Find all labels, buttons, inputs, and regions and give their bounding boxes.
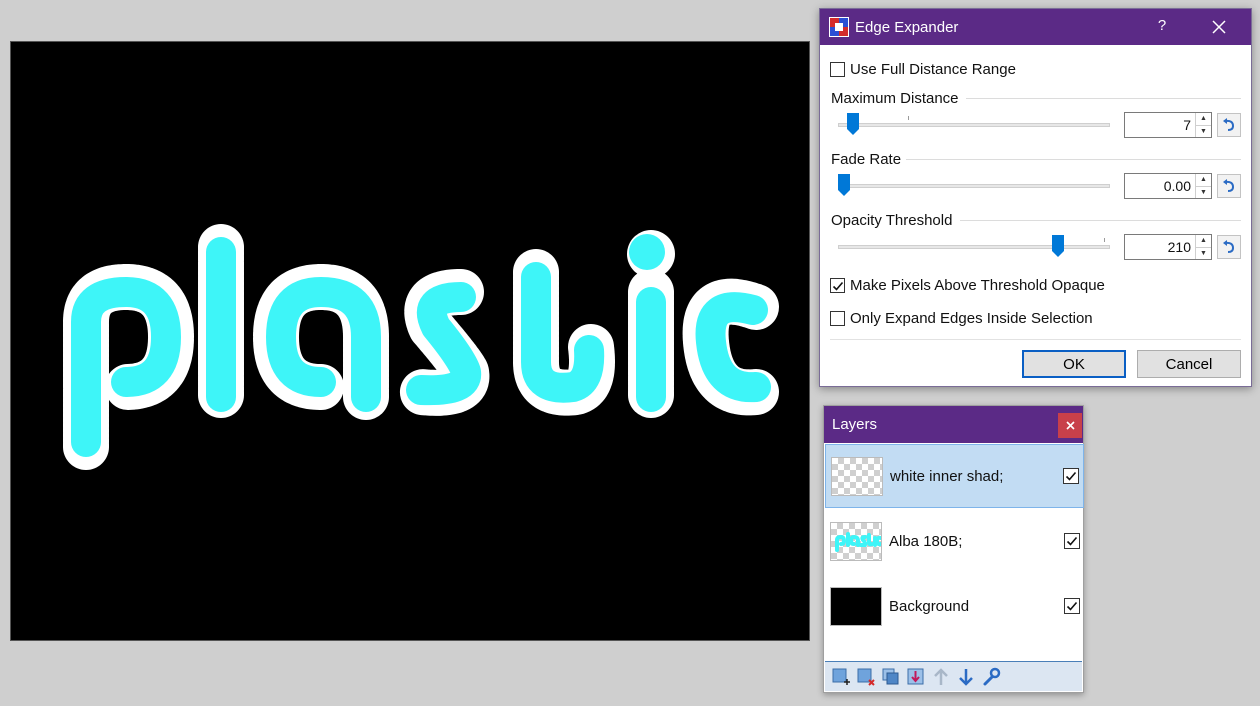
layers-toolbar: [825, 661, 1082, 691]
use-full-distance-range-option[interactable]: Use Full Distance Range: [830, 61, 1016, 78]
merge-layer-down-button[interactable]: [905, 666, 927, 688]
make-pixels-opaque-checkbox[interactable]: [830, 278, 845, 293]
layer-properties-button[interactable]: [980, 666, 1002, 688]
divider: [906, 159, 1241, 160]
opacity-threshold-spinbox[interactable]: 210 ▲ ▼: [1124, 234, 1212, 260]
checkmark-icon: [832, 281, 843, 291]
plastic-artwork: [63, 224, 779, 470]
maximum-distance-reset-button[interactable]: [1217, 113, 1241, 137]
ok-button[interactable]: OK: [1022, 350, 1126, 378]
reset-arrow-icon: [1223, 118, 1235, 131]
fade-rate-slider-thumb[interactable]: [838, 174, 850, 196]
divider: [966, 98, 1241, 99]
layers-panel: Layers white inner shad; Alba 180B; Back…: [823, 405, 1084, 693]
use-full-distance-range-label: Use Full Distance Range: [850, 61, 1016, 78]
only-expand-inside-selection-checkbox[interactable]: [830, 311, 845, 326]
close-icon: [1065, 421, 1075, 430]
layer-name: Alba 180B;: [889, 532, 963, 550]
layer-thumbnail: [830, 586, 882, 626]
plastic-thumbnail-art: [835, 531, 881, 552]
dialog-title: Edge Expander: [855, 18, 959, 36]
close-button[interactable]: [1199, 15, 1239, 39]
close-icon: [1212, 20, 1226, 34]
reset-arrow-icon: [1223, 240, 1235, 253]
fade-rate-slider-track[interactable]: [838, 184, 1110, 188]
spin-down-arrow-icon[interactable]: ▼: [1196, 246, 1211, 260]
spin-up-arrow-icon[interactable]: ▲: [1196, 174, 1211, 186]
layer-thumbnail: [830, 521, 882, 561]
spin-up-arrow-icon[interactable]: ▲: [1196, 235, 1211, 247]
maximum-distance-slider-track[interactable]: [838, 123, 1110, 127]
fade-rate-label: Fade Rate: [831, 151, 902, 168]
reset-arrow-icon: [1223, 179, 1235, 192]
fade-rate-value[interactable]: 0.00: [1125, 174, 1195, 198]
checkmark-icon: [1066, 536, 1078, 546]
layer-name: Background: [889, 597, 970, 615]
spin-down-arrow-icon[interactable]: ▼: [1196, 185, 1211, 199]
only-expand-inside-selection-option[interactable]: Only Expand Edges Inside Selection: [830, 310, 1093, 327]
layers-title-bar[interactable]: Layers: [824, 406, 1083, 443]
make-pixels-opaque-label: Make Pixels Above Threshold Opaque: [850, 277, 1105, 294]
make-pixels-opaque-option[interactable]: Make Pixels Above Threshold Opaque: [830, 277, 1105, 294]
cancel-button[interactable]: Cancel: [1137, 350, 1241, 378]
slider-tick: [1104, 238, 1105, 242]
fade-rate-reset-button[interactable]: [1217, 174, 1241, 198]
layer-visibility-checkbox[interactable]: [1064, 533, 1080, 549]
opacity-threshold-slider-thumb[interactable]: [1052, 235, 1064, 257]
divider: [960, 220, 1241, 221]
layers-close-button[interactable]: [1058, 413, 1082, 438]
opacity-threshold-value[interactable]: 210: [1125, 235, 1195, 259]
opacity-threshold-slider-track[interactable]: [838, 245, 1110, 249]
slider-tick: [908, 116, 909, 120]
image-canvas[interactable]: [10, 41, 810, 641]
merge-layer-down-icon: [907, 668, 924, 684]
maximum-distance-label: Maximum Distance: [831, 90, 959, 107]
layer-name: white inner shad;: [890, 467, 1004, 485]
dialog-title-bar[interactable]: Edge Expander ?: [820, 9, 1251, 45]
edge-expander-app-icon: [829, 17, 849, 37]
move-layer-up-icon: [934, 667, 948, 685]
checkmark-icon: [1065, 471, 1077, 481]
only-expand-inside-selection-label: Only Expand Edges Inside Selection: [850, 310, 1093, 327]
move-layer-down-button[interactable]: [955, 666, 977, 688]
checkmark-icon: [1066, 601, 1078, 611]
delete-layer-button[interactable]: [855, 666, 877, 688]
layer-thumbnail: [831, 456, 883, 496]
fade-rate-spinbox[interactable]: 0.00 ▲ ▼: [1124, 173, 1212, 199]
help-button[interactable]: ?: [1153, 17, 1171, 34]
layer-item-white-inner-shad[interactable]: white inner shad;: [825, 444, 1084, 508]
edge-expander-dialog: Edge Expander ? Use Full Distance Range …: [819, 8, 1252, 387]
add-layer-icon: [832, 668, 850, 685]
add-layer-button[interactable]: [830, 666, 852, 688]
maximum-distance-slider-thumb[interactable]: [847, 113, 859, 135]
layer-visibility-checkbox[interactable]: [1063, 468, 1079, 484]
maximum-distance-spinbox[interactable]: 7 ▲ ▼: [1124, 112, 1212, 138]
duplicate-layer-button[interactable]: [880, 666, 902, 688]
use-full-distance-range-checkbox[interactable]: [830, 62, 845, 77]
spin-down-arrow-icon[interactable]: ▼: [1196, 124, 1211, 138]
layers-title: Layers: [832, 416, 878, 433]
spin-up-arrow-icon[interactable]: ▲: [1196, 113, 1211, 125]
opacity-threshold-label: Opacity Threshold: [831, 212, 953, 229]
move-layer-down-icon: [959, 668, 973, 686]
move-layer-up-button[interactable]: [930, 666, 952, 688]
maximum-distance-value[interactable]: 7: [1125, 113, 1195, 137]
layer-item-alba-180b[interactable]: Alba 180B;: [825, 509, 1084, 573]
duplicate-layer-icon: [882, 668, 899, 684]
layer-properties-icon: [983, 667, 1001, 685]
button-separator: [830, 339, 1241, 340]
delete-layer-icon: [857, 668, 875, 686]
layer-item-background[interactable]: Background: [825, 574, 1084, 638]
layer-visibility-checkbox[interactable]: [1064, 598, 1080, 614]
opacity-threshold-reset-button[interactable]: [1217, 235, 1241, 259]
